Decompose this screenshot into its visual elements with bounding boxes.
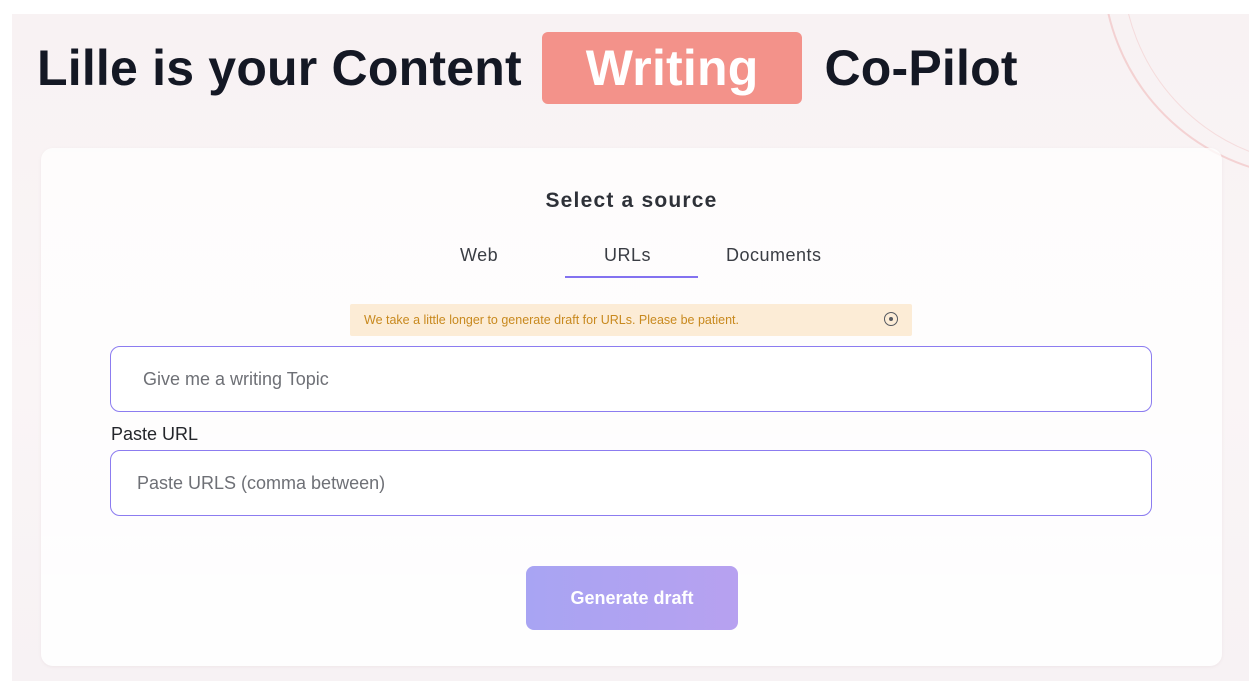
headline-highlight: Writing <box>541 32 803 104</box>
headline-text-after: Co-Pilot <box>824 40 1018 96</box>
tab-urls[interactable]: URLs <box>604 245 651 266</box>
paste-urls-input[interactable] <box>110 450 1152 516</box>
writing-topic-input[interactable] <box>110 346 1152 412</box>
radio-circle-icon[interactable] <box>884 312 898 326</box>
headline-text-before: Lille is your Content <box>37 40 522 96</box>
tab-documents[interactable]: Documents <box>726 245 822 266</box>
tab-web[interactable]: Web <box>460 245 498 266</box>
urls-notice-banner: We take a little longer to generate draf… <box>350 304 912 336</box>
notice-text: We take a little longer to generate draf… <box>364 313 739 327</box>
source-card: Select a source Web URLs Documents We ta… <box>41 148 1222 666</box>
card-title: Select a source <box>545 189 718 212</box>
active-tab-indicator <box>565 276 698 278</box>
page-headline: Lille is your Content Writing Co-Pilot <box>37 32 1018 104</box>
paste-url-label: Paste URL <box>111 424 199 444</box>
page-background: Lille is your Content Writing Co-Pilot S… <box>12 14 1249 681</box>
generate-draft-button[interactable]: Generate draft <box>526 566 738 630</box>
